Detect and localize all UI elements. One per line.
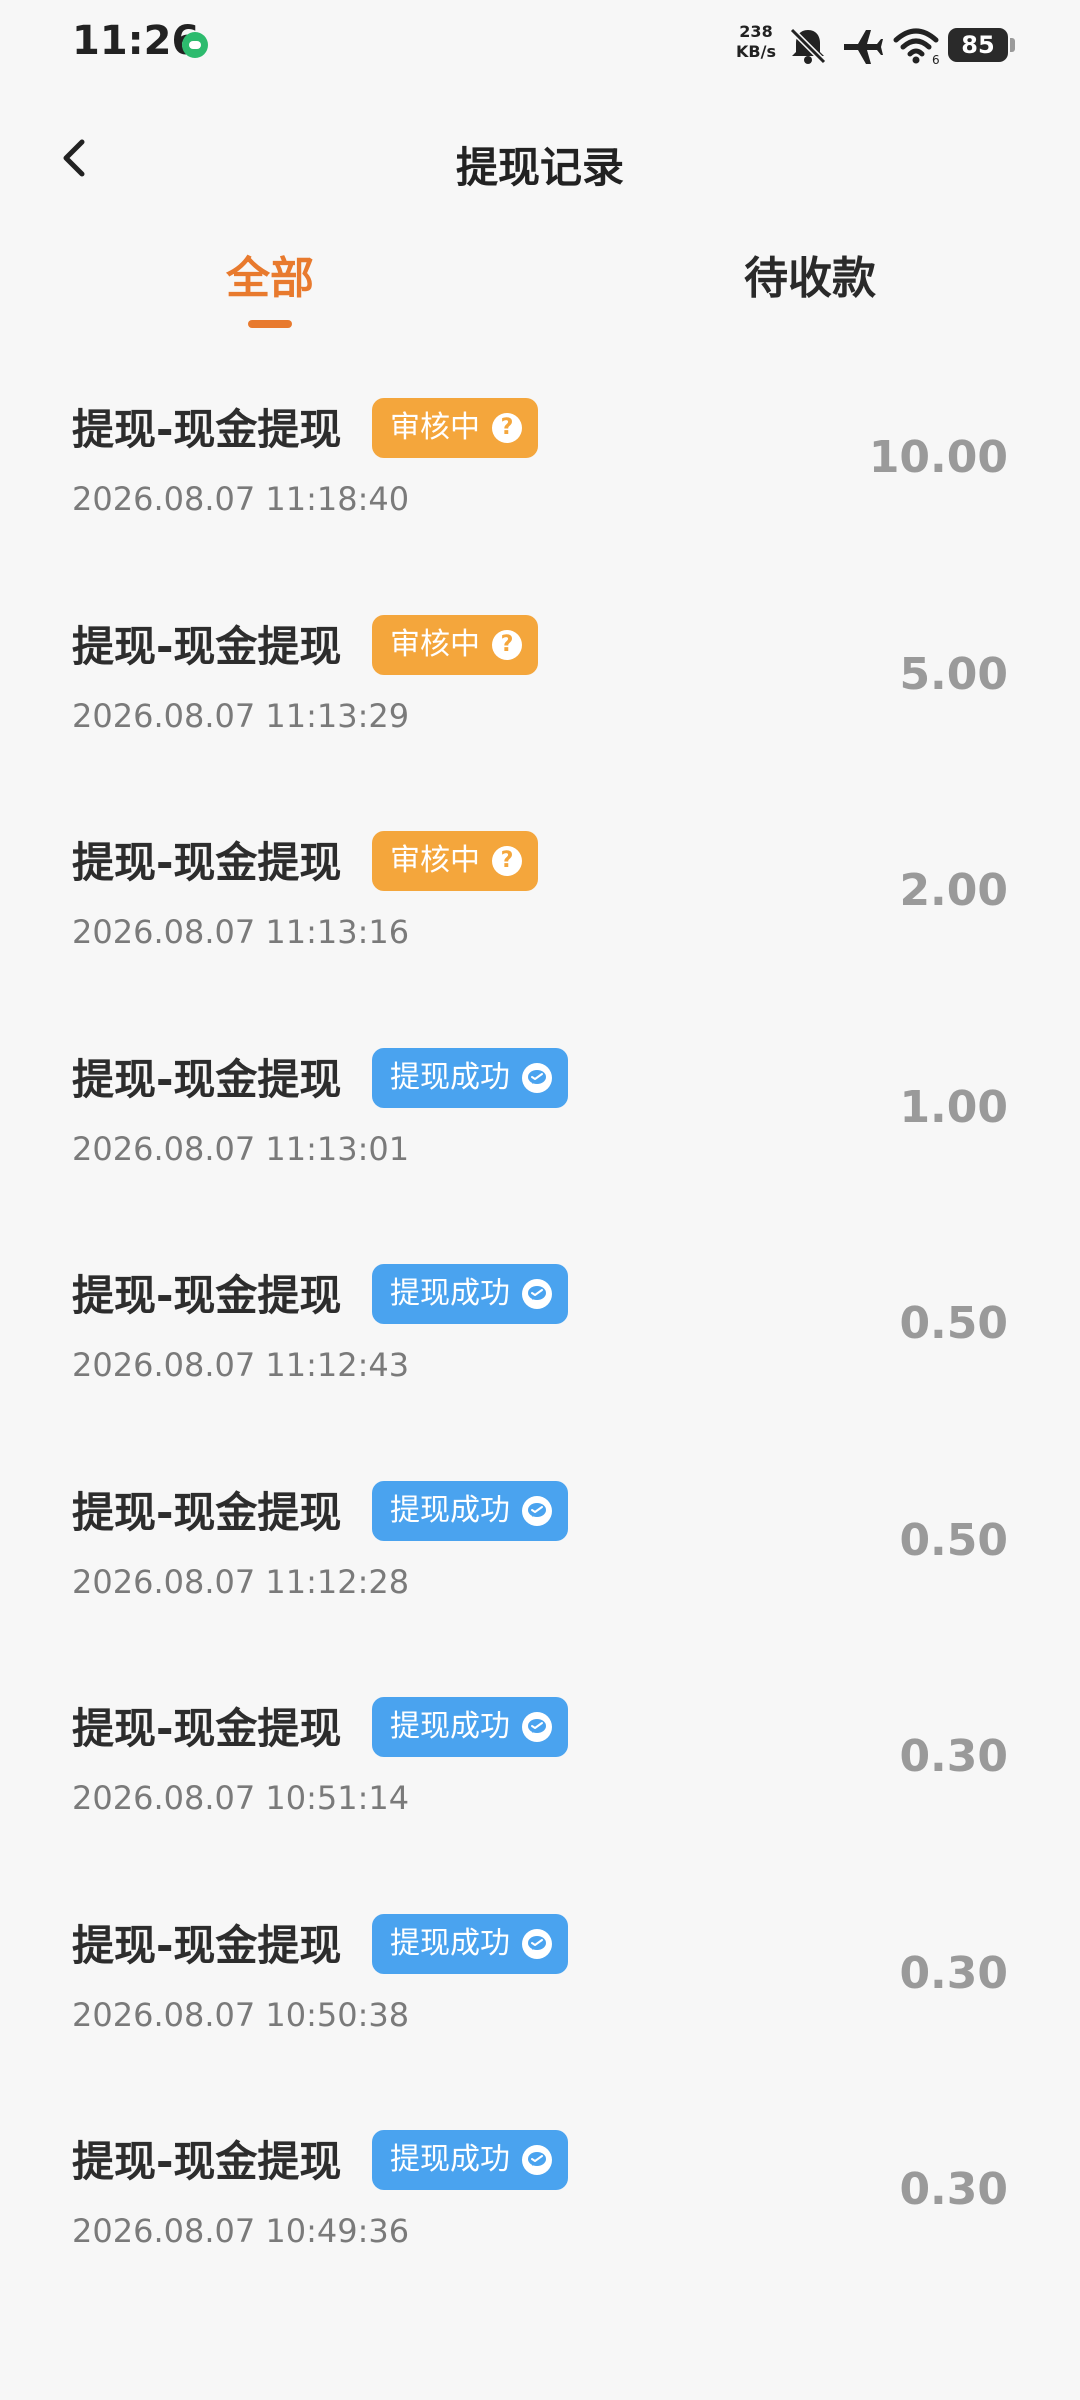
status-badge[interactable]: 审核中? <box>372 614 538 675</box>
record-title: 提现-现金提现 <box>72 838 342 887</box>
bell-off-icon <box>789 27 827 65</box>
status-badge[interactable]: 提现成功 <box>372 1047 568 1108</box>
list-item[interactable]: 提现-现金提现 提现成功 2026.08.07 10:51:14 0.30 <box>0 1669 1080 1886</box>
record-time: 2026.08.07 11:13:29 <box>72 696 410 735</box>
status-badge[interactable]: 审核中? <box>372 831 538 891</box>
record-time: 2026.08.07 10:51:14 <box>72 1779 410 1817</box>
status-bar: 11:26 238 KB/s 6 85 <box>0 0 1080 92</box>
question-icon: ? <box>492 629 522 660</box>
question-icon: ? <box>492 846 522 876</box>
record-amount: 0.50 <box>899 1514 1008 1566</box>
list-item[interactable]: 提现-现金提现 审核中? 2026.08.07 11:18:40 10.00 <box>0 370 1080 587</box>
wechat-pay-icon <box>522 1495 552 1526</box>
record-time: 2026.08.07 11:12:43 <box>72 1346 410 1384</box>
status-badge[interactable]: 提现成功 <box>372 1697 568 1757</box>
battery-icon: 85 <box>948 28 1008 62</box>
record-amount: 2.00 <box>899 865 1008 916</box>
record-title: 提现-现金提现 <box>72 1271 342 1320</box>
record-title: 提现-现金提现 <box>72 2137 342 2186</box>
record-title: 提现-现金提现 <box>72 1487 342 1537</box>
record-amount: 10.00 <box>868 432 1008 483</box>
page-title: 提现记录 <box>455 143 624 192</box>
list-item[interactable]: 提现-现金提现 审核中? 2026.08.07 11:13:16 2.00 <box>0 803 1080 1020</box>
record-amount: 5.00 <box>899 648 1008 700</box>
record-time: 2026.08.07 11:18:40 <box>72 480 410 518</box>
wechat-pay-icon <box>522 1928 552 1959</box>
battery-tip <box>1010 38 1015 52</box>
wechat-pay-icon <box>522 2145 552 2175</box>
wechat-pay-icon <box>522 1279 552 1309</box>
wechat-pay-icon <box>522 1062 552 1093</box>
status-badge[interactable]: 提现成功 <box>372 1480 568 1541</box>
record-title: 提现-现金提现 <box>72 621 342 671</box>
list-item[interactable]: 提现-现金提现 提现成功 2026.08.07 11:12:28 0.50 <box>0 1453 1080 1670</box>
status-badge-label: 提现成功 <box>390 2142 510 2177</box>
wifi-icon: 6 <box>893 28 940 66</box>
status-badge[interactable]: 审核中? <box>372 398 538 458</box>
tab-bar: 全部 待收款 <box>0 230 1080 340</box>
active-tab-indicator <box>248 320 292 328</box>
nav-bar: 提现记录 <box>0 112 1080 212</box>
status-badge[interactable]: 提现成功 <box>372 2130 568 2190</box>
network-speed-value: 238 <box>739 22 773 41</box>
record-amount: 0.30 <box>899 2164 1008 2215</box>
network-speed-unit: KB/s <box>736 42 776 61</box>
svg-text:6: 6 <box>932 53 940 66</box>
app-notification-icon <box>182 32 208 58</box>
record-title: 提现-现金提现 <box>72 405 342 454</box>
tab-all[interactable]: 全部 <box>200 242 340 306</box>
record-amount: 1.00 <box>899 1081 1008 1133</box>
status-badge-label: 提现成功 <box>390 1709 510 1744</box>
airplane-icon <box>844 30 883 64</box>
status-badge-label: 提现成功 <box>390 1492 510 1528</box>
record-title: 提现-现金提现 <box>72 1704 342 1753</box>
record-amount: 0.30 <box>899 1731 1008 1782</box>
withdrawal-record-list: 提现-现金提现 审核中? 2026.08.07 11:18:40 10.00 提现-现金… <box>0 370 1080 2319</box>
record-title: 提现-现金提现 <box>72 1920 342 1970</box>
network-speed: 238 KB/s <box>728 22 784 62</box>
list-item[interactable]: 提现-现金提现 提现成功 2026.08.07 10:49:36 0.30 <box>0 2102 1080 2319</box>
status-badge[interactable]: 提现成功 <box>372 1264 568 1324</box>
list-item[interactable]: 提现-现金提现 提现成功 2026.08.07 11:12:43 0.50 <box>0 1236 1080 1453</box>
record-time: 2026.08.07 11:13:16 <box>72 913 410 951</box>
status-badge[interactable]: 提现成功 <box>372 1913 568 1974</box>
record-amount: 0.30 <box>899 1947 1008 1999</box>
tab-pending[interactable]: 待收款 <box>700 242 920 306</box>
record-title: 提现-现金提现 <box>72 1054 342 1104</box>
status-time: 11:26 <box>72 18 200 64</box>
record-time: 2026.08.07 11:12:28 <box>72 1562 410 1601</box>
status-badge-label: 提现成功 <box>390 1276 510 1311</box>
status-badge-label: 审核中 <box>390 843 480 878</box>
status-badge-label: 提现成功 <box>390 1925 510 1961</box>
status-badge-label: 审核中 <box>390 626 480 662</box>
record-amount: 0.50 <box>899 1298 1008 1349</box>
record-time: 2026.08.07 10:49:36 <box>72 2212 410 2250</box>
record-time: 2026.08.07 10:50:38 <box>72 1995 410 2034</box>
list-item[interactable]: 提现-现金提现 审核中? 2026.08.07 11:13:29 5.00 <box>0 587 1080 804</box>
record-time: 2026.08.07 11:13:01 <box>72 1129 410 1168</box>
question-icon: ? <box>492 413 522 443</box>
wechat-pay-icon <box>522 1712 552 1742</box>
list-item[interactable]: 提现-现金提现 提现成功 2026.08.07 11:13:01 1.00 <box>0 1020 1080 1237</box>
list-item[interactable]: 提现-现金提现 提现成功 2026.08.07 10:50:38 0.30 <box>0 1886 1080 2103</box>
status-badge-label: 审核中 <box>390 410 480 445</box>
status-badge-label: 提现成功 <box>390 1059 510 1095</box>
